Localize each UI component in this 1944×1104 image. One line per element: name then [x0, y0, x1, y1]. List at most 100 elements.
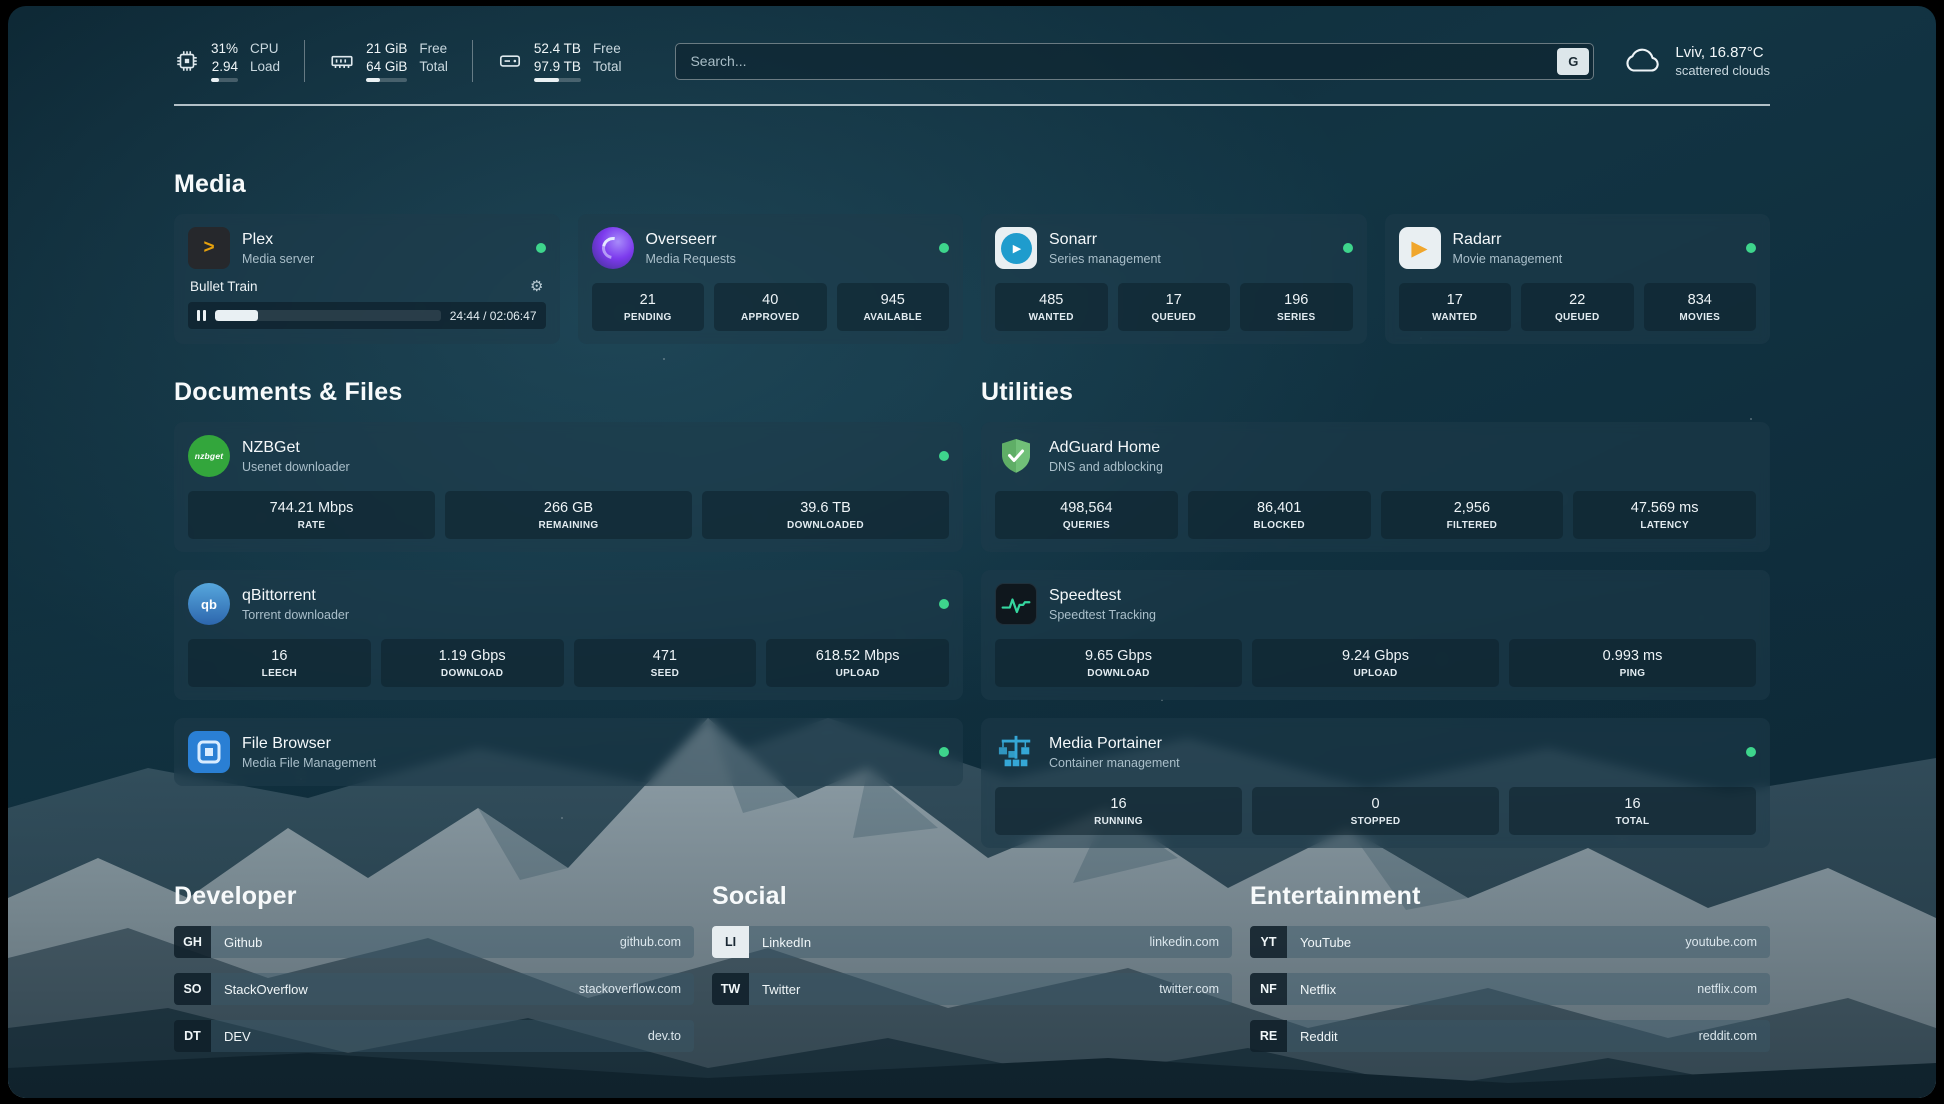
stat-value: 0: [1254, 796, 1497, 812]
nzbget-logo-text: nzbget: [195, 451, 224, 461]
search-input[interactable]: [675, 43, 1594, 80]
bookmark-netflix[interactable]: NF Netflixnetflix.com: [1250, 973, 1770, 1005]
card-adguard[interactable]: AdGuard Home DNS and adblocking 498,564 Q…: [981, 422, 1770, 552]
plex-chevron: >: [203, 237, 214, 259]
stat-value: 47.569 ms: [1575, 500, 1754, 516]
card-overseerr[interactable]: Overseerr Media Requests 21PENDING 40APP…: [578, 214, 964, 344]
card-qbittorrent[interactable]: qb qBittorrent Torrent downloader 16LEEC…: [174, 570, 963, 700]
card-title: AdGuard Home: [1049, 439, 1756, 457]
bookmark-url: reddit.com: [1699, 1029, 1757, 1043]
play-icon: ▶: [1411, 236, 1427, 261]
stat-value: 471: [576, 648, 755, 664]
card-plex[interactable]: > Plex Media server Bullet Train ⚙ 24:44…: [174, 214, 560, 344]
pause-icon[interactable]: [197, 310, 206, 321]
stat-wanted: 17WANTED: [1399, 283, 1512, 331]
card-filebrowser[interactable]: File Browser Media File Management: [174, 718, 963, 786]
search-provider-button[interactable]: G: [1557, 48, 1589, 75]
card-stats: 16RUNNING 0STOPPED 16TOTAL: [995, 787, 1756, 835]
memory-total: 64 GiB: [366, 58, 407, 76]
stat-approved: 40APPROVED: [714, 283, 827, 331]
bookmark-youtube[interactable]: YT YouTubeyoutube.com: [1250, 926, 1770, 958]
card-stats: 21PENDING 40APPROVED 945AVAILABLE: [592, 283, 950, 331]
bookmark-dev[interactable]: DT DEVdev.to: [174, 1020, 694, 1052]
card-header: > Plex Media server: [188, 227, 546, 269]
stat-label: SERIES: [1242, 312, 1351, 323]
weather-widget: Lviv, 16.87°C scattered clouds: [1624, 44, 1770, 78]
crane-icon: [997, 733, 1035, 771]
stat-queued: 17QUEUED: [1118, 283, 1231, 331]
memory-label-bottom: Total: [419, 58, 448, 76]
stat-available: 945AVAILABLE: [837, 283, 950, 331]
disk-total: 97.9 TB: [534, 58, 581, 76]
bookmark-stackoverflow[interactable]: SO StackOverflowstackoverflow.com: [174, 973, 694, 1005]
bookmarks-row: Developer GH Githubgithub.com SO StackOv…: [174, 882, 1770, 1067]
bookmark-body: Twittertwitter.com: [749, 973, 1232, 1005]
bookmark-reddit[interactable]: RE Redditreddit.com: [1250, 1020, 1770, 1052]
bookmark-linkedin[interactable]: LI LinkedInlinkedin.com: [712, 926, 1232, 958]
progress-fill: [215, 310, 258, 321]
card-subtitle: DNS and adblocking: [1049, 460, 1756, 474]
stat-value: 834: [1646, 292, 1755, 308]
memory-usage-bar: [366, 78, 407, 82]
card-subtitle: Media Requests: [646, 252, 928, 266]
stat-stopped: 0 STOPPED: [1252, 787, 1499, 835]
bookmark-body: YouTubeyoutube.com: [1287, 926, 1770, 958]
card-titles: Overseerr Media Requests: [646, 231, 928, 266]
gear-icon[interactable]: ⚙: [530, 279, 543, 294]
status-dot: [939, 599, 949, 609]
stat-series: 196SERIES: [1240, 283, 1353, 331]
cpu-usage-bar: [211, 78, 238, 82]
card-stats: 498,564QUERIES 86,401BLOCKED 2,956FILTER…: [995, 491, 1756, 539]
stat-pending: 21PENDING: [592, 283, 705, 331]
stat-label: QUERIES: [997, 520, 1176, 531]
stat-value: 266 GB: [447, 500, 690, 516]
now-playing-title: Bullet Train: [190, 279, 258, 294]
sonarr-play-badge: ▶: [1001, 233, 1032, 264]
stat-value: 21: [594, 292, 703, 308]
bookmark-twitter[interactable]: TW Twittertwitter.com: [712, 973, 1232, 1005]
card-titles: qBittorrent Torrent downloader: [242, 587, 927, 622]
bookmark-body: Netflixnetflix.com: [1287, 973, 1770, 1005]
disk-icon: [497, 48, 523, 74]
cpu-label-bottom: Load: [250, 58, 280, 76]
disk-label-bottom: Total: [593, 58, 622, 76]
bookmark-name: Netflix: [1300, 982, 1336, 997]
stat-blocked: 86,401BLOCKED: [1188, 491, 1371, 539]
card-title: Overseerr: [646, 231, 928, 249]
adguard-icon: [995, 435, 1037, 477]
stat-label: LEECH: [190, 668, 369, 679]
bookmark-url: dev.to: [648, 1029, 681, 1043]
card-radarr[interactable]: ▶ Radarr Movie management 17WANTED 22QUE…: [1385, 214, 1771, 344]
stat-value: 498,564: [997, 500, 1176, 516]
card-sonarr[interactable]: ▶ Sonarr Series management 485WANTED 17Q…: [981, 214, 1367, 344]
progress-track[interactable]: [215, 310, 441, 321]
disk-usage-bar: [534, 78, 581, 82]
bookmark-abbr: SO: [174, 973, 211, 1005]
card-title: File Browser: [242, 735, 927, 753]
bookmark-abbr: DT: [174, 1020, 211, 1052]
search-bar: G: [675, 43, 1594, 80]
stat-upload: 9.24 GbpsUPLOAD: [1252, 639, 1499, 687]
stat-label: FILTERED: [1383, 520, 1562, 531]
bookmark-github[interactable]: GH Githubgithub.com: [174, 926, 694, 958]
status-dot: [1343, 243, 1353, 253]
bookmark-body: LinkedInlinkedin.com: [749, 926, 1232, 958]
now-playing-row: Bullet Train ⚙: [188, 279, 546, 294]
stat-label: STOPPED: [1254, 816, 1497, 827]
overseerr-icon: [592, 227, 634, 269]
stat-movies: 834MOVIES: [1644, 283, 1757, 331]
card-speedtest[interactable]: Speedtest Speedtest Tracking 9.65 GbpsDO…: [981, 570, 1770, 700]
card-portainer[interactable]: Media Portainer Container management 16R…: [981, 718, 1770, 848]
card-header: ▶ Sonarr Series management: [995, 227, 1353, 269]
filebrowser-icon: [188, 731, 230, 773]
top-bar: 31% CPU 2.94 Load 21 GiB Free 64 GiB Tot…: [174, 40, 1770, 82]
card-nzbget[interactable]: nzbget NZBGet Usenet downloader 744.21 M…: [174, 422, 963, 552]
bookmark-url: github.com: [620, 935, 681, 949]
card-stats: 16LEECH 1.19 GbpsDOWNLOAD 471SEED 618.52…: [188, 639, 949, 687]
memory-widget: 21 GiB Free 64 GiB Total: [304, 40, 472, 82]
sonarr-icon: ▶: [995, 227, 1037, 269]
status-dot: [939, 451, 949, 461]
card-subtitle: Movie management: [1453, 252, 1735, 266]
section-heading-developer: Developer: [174, 882, 694, 911]
status-dot: [536, 243, 546, 253]
